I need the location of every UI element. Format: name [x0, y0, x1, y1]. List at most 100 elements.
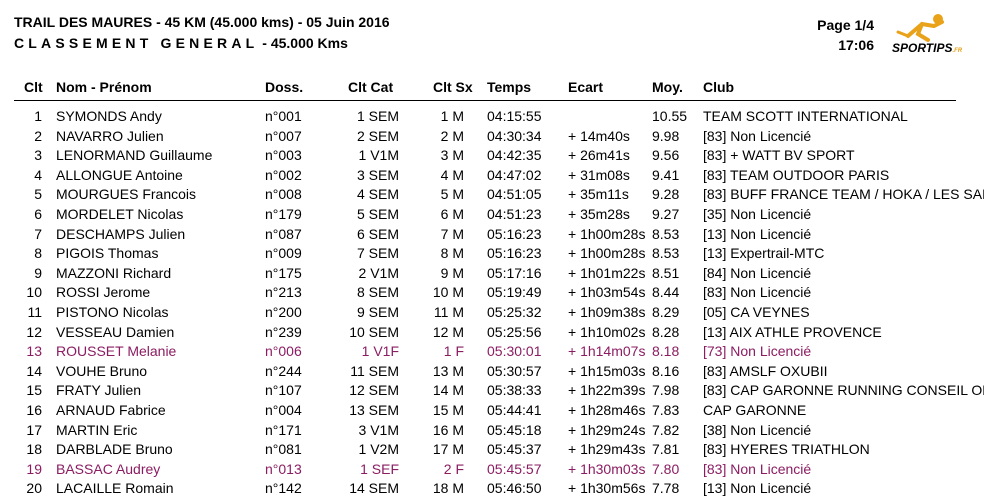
cell-club: CAP GARONNE [703, 402, 807, 418]
cell-sx: 14 M [432, 382, 464, 399]
cell-ecart: + 1h09m38s [568, 304, 646, 320]
cell-sx: 7 M [440, 225, 464, 242]
cell-temps: 05:45:37 [487, 441, 542, 458]
cell-ecart: + 14m40s [568, 127, 630, 144]
cell-sx: 1 F [443, 343, 464, 360]
cell-doss: n°087 [265, 225, 302, 242]
cell-cat: 3 SEM [356, 166, 399, 183]
table-row: 9 MAZZONI Richard n°175 2 V1M 9 M 05:17:16 + 1… [0, 265, 984, 285]
cell-club: [83] Non Licencié [703, 460, 812, 477]
cell-clt: 14 [26, 362, 42, 379]
results-page: TRAIL DES MAURES - 45 KM (45.000 kms) - … [0, 0, 984, 498]
cell-clt: 3 [34, 147, 42, 164]
cell-club: [38] Non Licencié [703, 421, 812, 438]
cell-doss: n°008 [265, 186, 302, 203]
runner-icon [896, 14, 944, 42]
cell-club: [83] BUFF FRANCE TEAM / HOKA / LES SAIS [703, 186, 984, 203]
cell-sx: 11 M [433, 304, 464, 320]
cell-moy: 10.55 [652, 108, 688, 124]
cell-club: [35] Non Licencié [703, 206, 812, 222]
cell-doss: n°013 [265, 460, 302, 477]
table-row: 2 NAVARRO Julien n°007 2 SEM 2 M 04:30:34 + 14… [0, 128, 984, 148]
cell-club: [73] Non Licencié [703, 343, 812, 360]
cell-temps: 05:17:16 [487, 264, 542, 281]
cell-ecart: + 1h28m46s [568, 402, 646, 418]
cell-temps: 04:30:34 [487, 127, 542, 144]
cell-nom: LACAILLE Romain [56, 480, 174, 497]
cell-ecart: + 1h00m28s [568, 245, 646, 262]
cell-ecart: + 26m41s [568, 147, 630, 164]
cell-clt: 10 [26, 284, 42, 301]
cell-temps: 05:30:01 [487, 343, 542, 360]
cell-moy: 9.98 [652, 127, 680, 144]
cell-cat: 5 SEM [356, 206, 399, 222]
cell-nom: ROSSI Jerome [56, 284, 151, 301]
cell-temps: 05:45:18 [487, 421, 542, 438]
cell-cat: 7 SEM [356, 245, 399, 262]
cell-moy: 8.18 [652, 343, 680, 360]
cell-nom: ALLONGUE Antoine [56, 166, 183, 183]
table-row: 17 MARTIN Eric n°171 3 V1M 16 M 05:45:18 + 1h2… [0, 422, 984, 442]
cell-doss: n°200 [265, 304, 302, 320]
logo-wordmark: SPORTIPS.FR [892, 41, 963, 55]
cell-ecart: + 1h10m02s [568, 323, 646, 340]
col-clt: Clt [24, 79, 43, 95]
cell-nom: ARNAUD Fabrice [56, 402, 166, 418]
cell-doss: n°004 [265, 402, 302, 418]
cell-moy: 7.81 [652, 441, 680, 458]
cell-nom: NAVARRO Julien [56, 127, 164, 144]
cell-doss: n°179 [265, 206, 302, 222]
cell-cat: 8 SEM [356, 284, 399, 301]
cell-doss: n°239 [265, 323, 302, 340]
table-row: 3 LENORMAND Guillaume n°003 1 V1M 3 M 04:42:3… [0, 147, 984, 167]
cell-doss: n°009 [265, 245, 302, 262]
cell-cat: 1 SEF [360, 460, 399, 477]
cell-moy: 7.80 [652, 460, 680, 477]
cell-club: [13] Non Licencié [703, 225, 812, 242]
cell-nom: MORDELET Nicolas [56, 206, 184, 222]
cell-cat: 1 SEM [356, 108, 399, 124]
cell-temps: 05:38:33 [487, 382, 542, 399]
cell-ecart: + 1h15m03s [568, 362, 646, 379]
page-info: Page 1/4 17:06 [817, 15, 874, 55]
cell-temps: 04:42:35 [487, 147, 542, 164]
cell-sx: 10 M [432, 284, 464, 301]
cell-temps: 05:25:56 [487, 323, 542, 340]
col-sx: Clt Sx [433, 79, 473, 95]
cell-temps: 05:46:50 [487, 480, 542, 497]
table-row: 5 MOURGUES Francois n°008 4 SEM 5 M 04:51:05 +… [0, 186, 984, 206]
table-row: 18 DARBLADE Bruno n°081 1 V2M 17 M 05:45:37 + … [0, 441, 984, 461]
cell-doss: n°213 [265, 284, 302, 301]
cell-clt: 12 [26, 323, 42, 340]
cell-club: [83] AMSLF OXUBII [703, 362, 828, 379]
cell-ecart: + 31m08s [568, 166, 630, 183]
cell-cat: 1 V1M [358, 147, 399, 164]
ranking-title: CLASSEMENT GENERAL - 45.000 Kms [14, 35, 348, 51]
cell-moy: 8.44 [652, 284, 680, 301]
cell-nom: PIGOIS Thomas [56, 245, 159, 262]
cell-temps: 05:19:49 [487, 284, 542, 301]
cell-clt: 1 [34, 108, 42, 124]
table-row: 16 ARNAUD Fabrice n°004 13 SEM 15 M 05:44:41 +… [0, 402, 984, 422]
cell-clt: 20 [26, 480, 42, 497]
cell-club: [05] CA VEYNES [703, 304, 810, 320]
cell-cat: 2 SEM [356, 127, 399, 144]
cell-temps: 05:16:23 [487, 245, 542, 262]
cell-moy: 9.56 [652, 147, 680, 164]
col-ecart: Ecart [568, 79, 604, 95]
col-club: Club [703, 79, 735, 95]
cell-cat: 1 V1F [361, 343, 399, 360]
cell-clt: 13 [26, 343, 42, 360]
cell-sx: 3 M [440, 147, 464, 164]
table-row: 14 VOUHE Bruno n°244 11 SEM 13 M 05:30:57 + 1h… [0, 363, 984, 383]
cell-ecart: + 1h29m24s [568, 421, 646, 438]
cell-clt: 11 [27, 304, 42, 320]
table-row: 12 VESSEAU Damien n°239 10 SEM 12 M 05:25:56 +… [0, 324, 984, 344]
race-title: TRAIL DES MAURES - 45 KM (45.000 kms) - … [14, 14, 390, 30]
cell-cat: 1 V2M [358, 441, 399, 458]
cell-moy: 8.53 [652, 245, 680, 262]
cell-nom: VOUHE Bruno [56, 362, 148, 379]
cell-sx: 5 M [440, 186, 464, 203]
col-temps: Temps [487, 79, 532, 95]
cell-clt: 18 [26, 441, 42, 458]
